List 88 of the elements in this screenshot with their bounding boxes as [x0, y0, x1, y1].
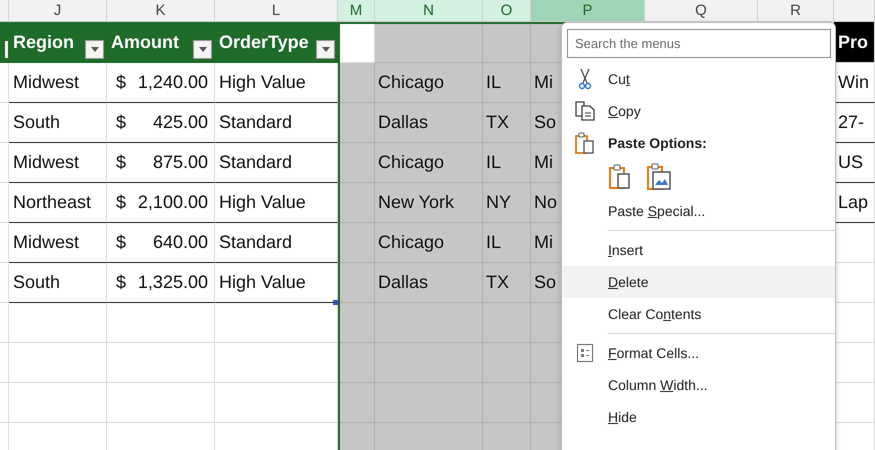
filter-button[interactable] — [5, 40, 8, 58]
table-cell: South — [9, 263, 107, 303]
column-header[interactable]: K — [107, 0, 215, 22]
table-cell — [0, 143, 9, 183]
table-cell: South — [9, 103, 107, 143]
column-header[interactable]: M — [338, 0, 375, 22]
table-cell: Standard — [215, 223, 338, 263]
table-cell: Midwest — [9, 223, 107, 263]
column-heading: OrderType — [219, 32, 309, 52]
column-header[interactable]: R — [758, 0, 834, 22]
table-cell — [338, 63, 375, 103]
clipboard-picture-icon — [646, 163, 672, 191]
table-cell — [0, 263, 9, 303]
column-heading: Region — [13, 32, 74, 52]
table-cell: Pro — [834, 22, 875, 63]
menu-item[interactable]: Column Width... — [562, 369, 835, 401]
table-cell: Midwest — [9, 63, 107, 103]
amount-value: 425.00 — [152, 112, 208, 133]
table-cell: Standard — [215, 103, 338, 143]
table-cell — [338, 383, 375, 423]
format-cells-icon — [577, 344, 593, 362]
dropdown-arrow-icon — [90, 46, 98, 52]
filter-button[interactable] — [193, 40, 212, 58]
clipboard-icon — [575, 132, 595, 154]
menu-item[interactable]: Hide — [562, 401, 835, 433]
menu-item[interactable]: Format Cells... — [562, 337, 835, 369]
table-cell — [338, 183, 375, 223]
dropdown-arrow-icon — [322, 46, 330, 52]
table-cell: TX — [483, 103, 531, 143]
column-header[interactable]: J — [9, 0, 107, 22]
currency-symbol: $ — [116, 72, 126, 93]
table-cell — [338, 343, 375, 383]
amount-value: 640.00 — [152, 232, 208, 253]
paste-picture-button[interactable] — [644, 161, 674, 193]
filter-button[interactable] — [85, 40, 104, 58]
amount-value: 1,240.00 — [138, 72, 208, 93]
menu-item[interactable]: Delete — [562, 266, 835, 298]
search-field[interactable]: Search the menus — [567, 29, 831, 58]
table-cell — [0, 303, 9, 343]
table-cell: IL — [483, 143, 531, 183]
table-cell: NY — [483, 183, 531, 223]
amount-value: 875.00 — [152, 152, 208, 173]
currency-symbol: $ — [116, 232, 126, 253]
table-cell: High Value — [215, 183, 338, 223]
table-cell: Dallas — [375, 263, 483, 303]
filter-button[interactable] — [316, 40, 335, 58]
resize-handle-icon[interactable] — [333, 300, 338, 305]
column-header[interactable]: P — [531, 0, 645, 22]
table-cell — [338, 103, 375, 143]
table-cell — [0, 103, 9, 143]
column-header[interactable]: N — [375, 0, 483, 22]
table-cell — [338, 303, 375, 343]
amount-value: 1,325.00 — [138, 272, 208, 293]
table-cell — [338, 143, 375, 183]
clipboard-icon — [608, 164, 632, 190]
table-cell: Chicago — [375, 223, 483, 263]
table-cell — [0, 343, 9, 383]
dropdown-arrow-icon — [198, 46, 206, 52]
currency-symbol: $ — [116, 152, 126, 173]
table-cell: Standard — [215, 143, 338, 183]
active-cell[interactable] — [338, 22, 375, 63]
table-cell: IL — [483, 223, 531, 263]
currency-symbol: $ — [116, 272, 126, 293]
table-cell — [0, 383, 9, 423]
table-cell: Midwest — [9, 143, 107, 183]
table-cell: Chicago — [375, 143, 483, 183]
table-cell: Northeast — [9, 183, 107, 223]
currency-symbol: $ — [116, 192, 126, 213]
table-cell: New York — [375, 183, 483, 223]
column-header[interactable]: Q — [645, 0, 758, 22]
table-cell — [338, 263, 375, 303]
table-cell — [0, 63, 9, 103]
scissors-icon — [578, 68, 592, 90]
table-cell — [483, 22, 531, 63]
table-cell: IL — [483, 63, 531, 103]
table-cell: Dallas — [375, 103, 483, 143]
table-cell — [338, 223, 375, 263]
amount-value: 2,100.00 — [138, 192, 208, 213]
table-cell: High Value — [215, 63, 338, 103]
currency-symbol: $ — [116, 112, 126, 133]
column-header[interactable]: O — [483, 0, 531, 22]
table-cell — [0, 183, 9, 223]
copy-icon — [575, 101, 595, 121]
column-heading: Amount — [111, 32, 179, 52]
column-header[interactable]: L — [215, 0, 338, 22]
table-cell: TX — [483, 263, 531, 303]
table-cell — [0, 223, 9, 263]
table-cell: Chicago — [375, 63, 483, 103]
